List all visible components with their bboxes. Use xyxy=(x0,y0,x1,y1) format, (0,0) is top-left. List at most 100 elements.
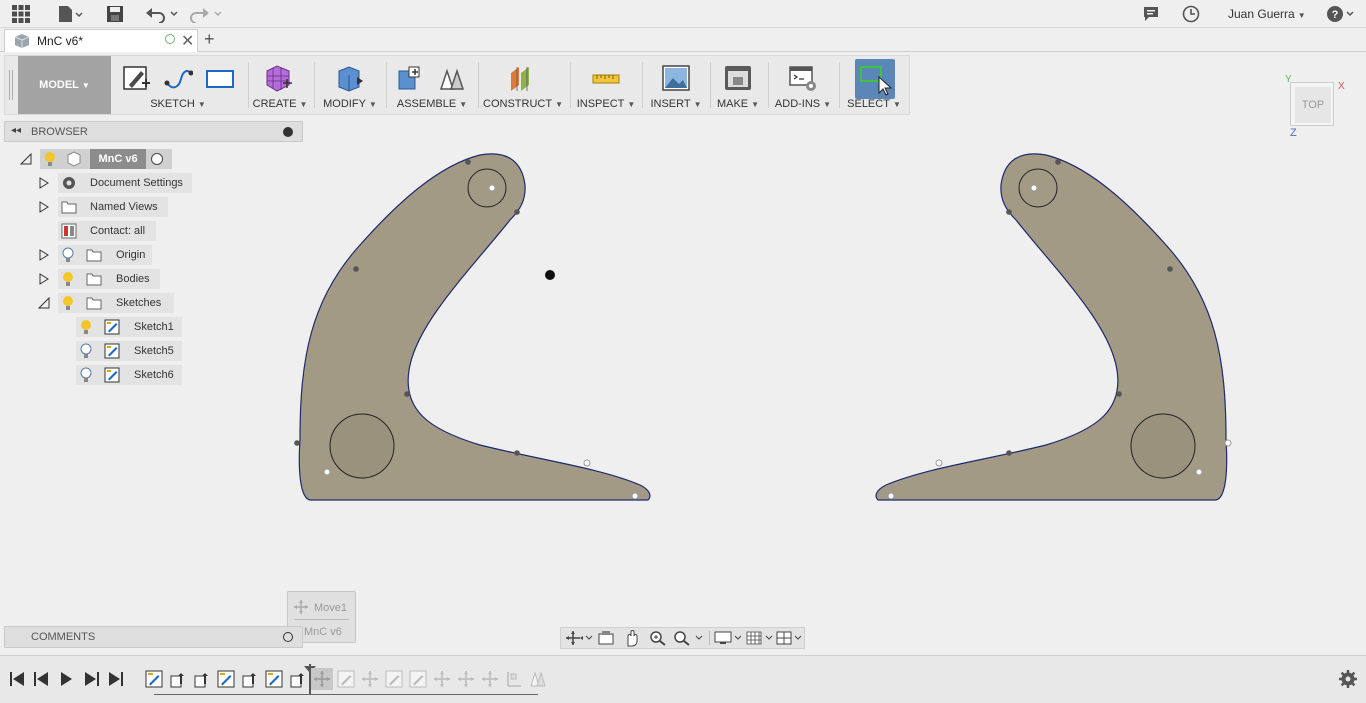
tree-label: Sketch1 xyxy=(134,321,174,333)
sketch-icon xyxy=(104,343,120,359)
sketch-point[interactable] xyxy=(1116,391,1122,397)
last-step-icon[interactable] xyxy=(109,672,123,686)
pan-hand-icon[interactable] xyxy=(623,629,641,647)
tree-sketches[interactable]: Sketches xyxy=(58,293,174,313)
timeline-bar xyxy=(0,655,1366,703)
sketch-point[interactable] xyxy=(514,450,520,456)
sketch-point[interactable] xyxy=(294,440,300,446)
visibility-bulb-icon[interactable] xyxy=(79,367,93,383)
look-at-icon[interactable] xyxy=(597,630,615,646)
folder-icon xyxy=(86,249,102,262)
collapse-triangle-icon[interactable] xyxy=(20,153,32,165)
right-bracket-part[interactable] xyxy=(875,153,1232,501)
tree-origin[interactable]: Origin xyxy=(58,245,152,265)
timeline-move-selected[interactable] xyxy=(311,668,333,690)
first-step-icon[interactable] xyxy=(10,672,24,686)
browser-options-icon[interactable] xyxy=(283,127,293,137)
browser-panel-header[interactable]: ◂◂ BROWSER xyxy=(4,121,303,142)
viewports-icon[interactable] xyxy=(775,630,805,646)
folder-icon xyxy=(86,273,102,286)
timeline-move-disabled-icon[interactable] xyxy=(457,670,475,688)
visibility-bulb-icon[interactable] xyxy=(61,295,75,311)
expand-triangle-icon[interactable] xyxy=(38,273,50,285)
timeline-extrude-icon[interactable] xyxy=(193,670,211,688)
timeline-extrude-icon[interactable] xyxy=(241,670,259,688)
tree-named-views[interactable]: Named Views xyxy=(58,197,168,217)
tree-contact-sets[interactable]: Contact: all xyxy=(58,221,156,241)
activate-radio-icon[interactable] xyxy=(151,153,163,165)
sketch-point[interactable] xyxy=(1006,450,1012,456)
visibility-bulb-icon[interactable] xyxy=(79,343,93,359)
expand-triangle-icon[interactable] xyxy=(38,177,50,189)
right-bottom-hole[interactable] xyxy=(1130,413,1196,479)
sketch-point-open[interactable] xyxy=(887,492,895,500)
left-bracket-part[interactable] xyxy=(294,153,651,501)
timeline-sketch-icon[interactable] xyxy=(145,670,163,688)
tree-root-mnc-v6[interactable]: MnC v6 xyxy=(40,149,172,169)
sketch-icon xyxy=(104,367,120,383)
folder-icon xyxy=(61,201,77,214)
sketch-point[interactable] xyxy=(1167,266,1173,272)
fit-icon[interactable] xyxy=(673,630,705,646)
play-icon[interactable] xyxy=(61,672,72,686)
timeline-move-disabled-icon[interactable] xyxy=(433,670,451,688)
timeline-settings-gear-icon[interactable] xyxy=(1339,670,1357,688)
move-icon xyxy=(314,671,330,687)
sketch-point[interactable] xyxy=(353,266,359,272)
next-step-icon[interactable] xyxy=(85,672,99,686)
timeline-align-disabled-icon[interactable] xyxy=(505,670,523,688)
sketch-point-open[interactable] xyxy=(488,184,496,192)
timeline-joint-disabled-icon[interactable] xyxy=(529,670,547,688)
sketch-point-open[interactable] xyxy=(631,492,639,500)
tree-bodies[interactable]: Bodies xyxy=(58,269,160,289)
tree-label: Named Views xyxy=(90,201,158,213)
visibility-bulb-icon[interactable] xyxy=(61,271,75,287)
nav-divider xyxy=(709,631,710,645)
design-canvas[interactable] xyxy=(0,0,1366,703)
component-icon xyxy=(67,151,81,167)
expand-triangle-icon[interactable] xyxy=(38,249,50,261)
sketch-point-open[interactable] xyxy=(1224,439,1232,447)
tooltip-feature-name: Move1 xyxy=(314,602,348,614)
tree-sketch5[interactable]: Sketch5 xyxy=(76,341,182,361)
sketch-point-open[interactable] xyxy=(1030,184,1038,192)
previous-step-icon[interactable] xyxy=(34,672,48,686)
sketch-point[interactable] xyxy=(1006,209,1012,215)
move-icon xyxy=(294,600,308,614)
sketch-point[interactable] xyxy=(404,391,410,397)
left-bottom-hole[interactable] xyxy=(329,413,395,479)
visibility-bulb-icon[interactable] xyxy=(79,319,93,335)
timeline-sketch-icon[interactable] xyxy=(217,670,235,688)
tree-sketch6[interactable]: Sketch6 xyxy=(76,365,182,385)
zoom-icon[interactable] xyxy=(649,630,667,646)
sketch-point-open[interactable] xyxy=(323,468,331,476)
playback-controls xyxy=(10,672,123,686)
visibility-bulb-icon[interactable] xyxy=(61,247,75,263)
timeline-extrude-icon[interactable] xyxy=(169,670,187,688)
cursor-dot xyxy=(545,270,555,280)
timeline-sketch-disabled-icon[interactable] xyxy=(385,670,403,688)
tree-document-settings[interactable]: Document Settings xyxy=(58,173,192,193)
timeline-move-disabled-icon[interactable] xyxy=(361,670,379,688)
sketch-point-open[interactable] xyxy=(1195,468,1203,476)
sketch-point[interactable] xyxy=(1055,159,1061,165)
collapse-triangle-icon[interactable] xyxy=(38,297,50,309)
visibility-bulb-icon[interactable] xyxy=(43,151,57,167)
collapse-browser-icon[interactable]: ◂◂ xyxy=(11,125,21,136)
timeline-sketch-icon[interactable] xyxy=(265,670,283,688)
tree-label: Contact: all xyxy=(90,225,146,237)
timeline-move-disabled-icon[interactable] xyxy=(481,670,499,688)
expand-triangle-icon[interactable] xyxy=(38,201,50,213)
grid-settings-icon[interactable] xyxy=(745,630,777,646)
sketch-point[interactable] xyxy=(514,209,520,215)
timeline-sketch-disabled-icon[interactable] xyxy=(409,670,427,688)
display-settings-icon[interactable] xyxy=(713,630,745,646)
orbit-icon[interactable] xyxy=(565,630,593,646)
add-comment-icon[interactable] xyxy=(283,632,293,642)
sketch-point-open[interactable] xyxy=(935,459,943,467)
comments-panel-header[interactable]: COMMENTS xyxy=(4,626,303,648)
sketch-point[interactable] xyxy=(465,159,471,165)
tree-sketch1[interactable]: Sketch1 xyxy=(76,317,182,337)
timeline-sketch-disabled-icon[interactable] xyxy=(337,670,355,688)
sketch-point-open[interactable] xyxy=(583,459,591,467)
